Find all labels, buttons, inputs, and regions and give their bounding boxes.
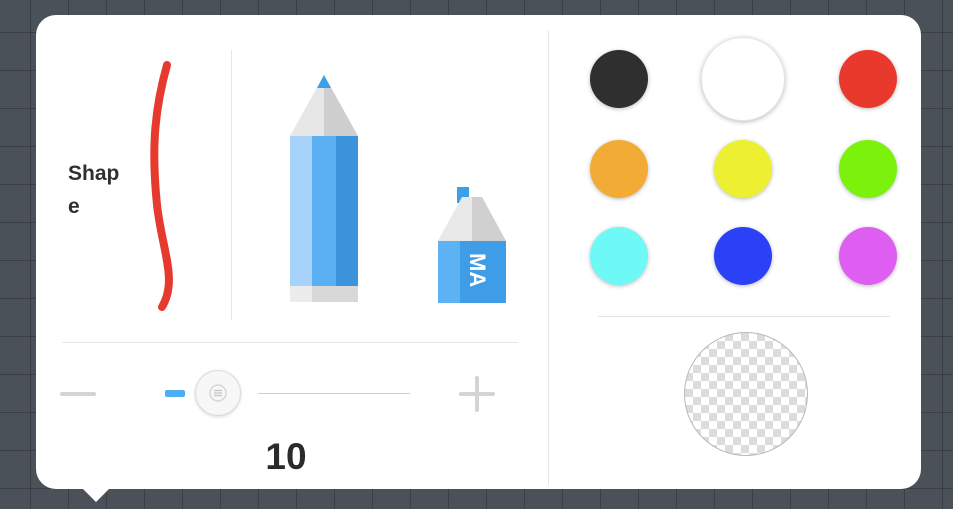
color-swatch-white[interactable] bbox=[702, 38, 784, 120]
pencil-icon[interactable] bbox=[286, 70, 362, 306]
color-divider bbox=[598, 316, 890, 317]
panel-divider bbox=[548, 30, 549, 485]
color-swatch-black[interactable] bbox=[590, 50, 648, 108]
grip-icon bbox=[209, 384, 227, 402]
color-swatch-purple[interactable] bbox=[839, 227, 897, 285]
shape-stroke-icon[interactable] bbox=[140, 55, 190, 317]
color-swatch-orange[interactable] bbox=[590, 140, 648, 198]
size-divider bbox=[62, 342, 518, 343]
transparent-color-icon[interactable] bbox=[684, 332, 808, 456]
brush-size-value: 10 bbox=[265, 436, 307, 477]
size-plus-button[interactable] bbox=[457, 374, 497, 414]
marker-label: MA bbox=[465, 253, 490, 287]
marker-icon[interactable]: MA bbox=[434, 183, 510, 305]
color-swatch-yellow[interactable] bbox=[714, 140, 772, 198]
slider-fill bbox=[165, 390, 185, 397]
shape-label[interactable]: Shape bbox=[62, 157, 130, 223]
color-swatch-blue[interactable] bbox=[714, 227, 772, 285]
color-swatch-cyan[interactable] bbox=[590, 227, 648, 285]
size-slider[interactable] bbox=[163, 366, 413, 420]
slider-thumb[interactable] bbox=[195, 370, 241, 416]
size-minus-button[interactable] bbox=[60, 392, 96, 396]
color-swatch-green[interactable] bbox=[839, 140, 897, 198]
tool-divider bbox=[231, 50, 232, 320]
slider-track bbox=[258, 393, 410, 394]
color-swatch-red[interactable] bbox=[839, 50, 897, 108]
